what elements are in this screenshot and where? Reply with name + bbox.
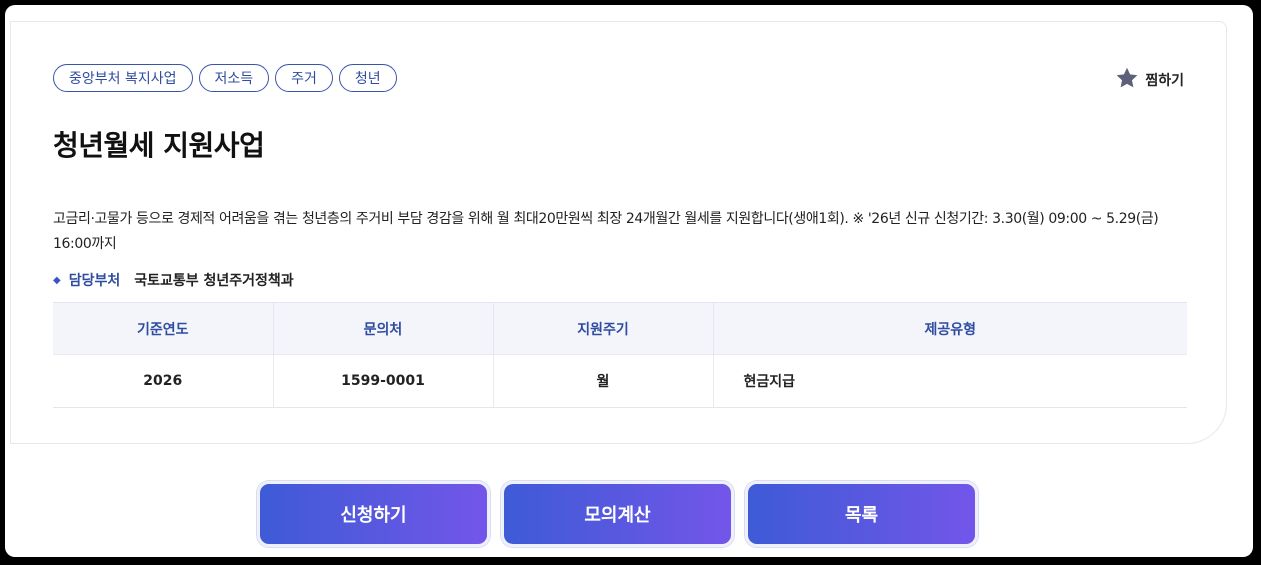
action-buttons: 신청하기 모의계산 목록 (257, 481, 978, 547)
diamond-bullet-icon: ◆ (53, 274, 61, 286)
info-table: 기준연도 문의처 지원주기 제공유형 2026 1599-0001 월 현금지급 (53, 302, 1187, 408)
header-provision-type: 제공유형 (713, 302, 1187, 355)
header-support-cycle: 지원주기 (493, 302, 714, 355)
department-label: 담당부처 (68, 273, 121, 289)
table-header-row: 기준연도 문의처 지원주기 제공유형 (53, 302, 1187, 355)
table-row: 2026 1599-0001 월 현금지급 (53, 354, 1187, 408)
header-base-year: 기준연도 (53, 302, 274, 355)
program-detail-card: 중앙부처 복지사업 저소득 주거 청년 찜하기 청년월세 지원사업 고금리·고물… (10, 21, 1227, 444)
favorite-button[interactable]: 찜하기 (1115, 66, 1184, 94)
tag-list: 중앙부처 복지사업 저소득 주거 청년 (53, 64, 397, 92)
cell-contact: 1599-0001 (273, 354, 494, 408)
page-title: 청년월세 지원사업 (53, 129, 265, 162)
department-value: 국토교통부 청년주거정책과 (134, 273, 294, 289)
cell-provision-type: 현금지급 (713, 354, 1187, 408)
cell-base-year: 2026 (53, 354, 274, 408)
program-description: 고금리·고물가 등으로 경제적 어려움을 겪는 청년층의 주거비 부담 경감을 … (53, 211, 1159, 252)
tag-low-income[interactable]: 저소득 (198, 64, 270, 92)
header-contact: 문의처 (273, 302, 494, 355)
list-button[interactable]: 목록 (745, 481, 978, 547)
page-frame: 중앙부처 복지사업 저소득 주거 청년 찜하기 청년월세 지원사업 고금리·고물… (5, 5, 1253, 557)
star-icon (1115, 66, 1139, 94)
tag-housing[interactable]: 주거 (275, 64, 333, 92)
tag-central-welfare[interactable]: 중앙부처 복지사업 (53, 64, 193, 92)
simulate-button[interactable]: 모의계산 (501, 481, 734, 547)
tag-youth[interactable]: 청년 (338, 64, 397, 92)
favorite-label: 찜하기 (1145, 73, 1184, 89)
department-info: ◆ 담당부처 국토교통부 청년주거정책과 (53, 270, 294, 290)
apply-button[interactable]: 신청하기 (257, 481, 490, 547)
cell-support-cycle: 월 (493, 354, 714, 408)
